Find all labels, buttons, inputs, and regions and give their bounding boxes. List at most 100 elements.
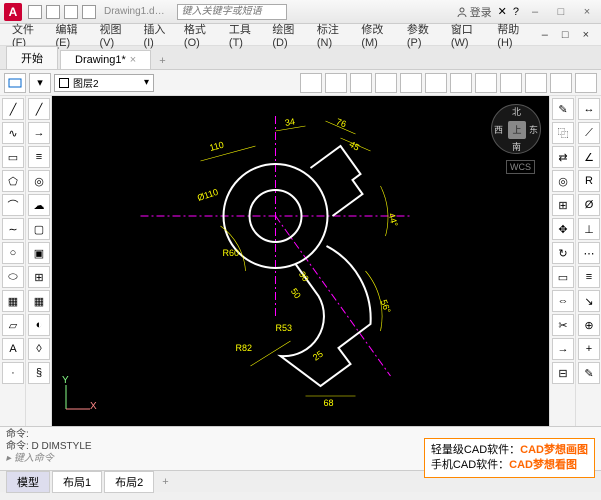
dim-aligned-icon[interactable]: ⟋ <box>578 122 600 144</box>
circle-icon[interactable]: ○ <box>2 242 24 264</box>
save-icon[interactable] <box>64 5 78 19</box>
drawing-canvas[interactable]: 110 34 76 45 44° Ø110 R60 50 R53 R82 25 … <box>52 96 549 426</box>
multiline-icon[interactable]: ≡ <box>28 146 50 168</box>
polyline-icon[interactable]: ∿ <box>2 122 24 144</box>
rotate-icon[interactable]: ↻ <box>552 242 574 264</box>
menu-dimension[interactable]: 标注(N) <box>311 19 353 51</box>
rectangle-icon[interactable]: ▭ <box>2 146 24 168</box>
menu-help[interactable]: 帮助(H) <box>491 19 533 51</box>
erase-icon[interactable]: ✎ <box>552 98 574 120</box>
dim-linear-icon[interactable]: ↔ <box>578 98 600 120</box>
layer-states-icon[interactable]: ▾ <box>29 73 51 93</box>
tab-drawing[interactable]: Drawing1*× <box>60 50 151 69</box>
dim-diameter-icon[interactable]: Ø <box>578 194 600 216</box>
layer-toolbar: ▾ 图层2 ▾ <box>0 70 601 96</box>
polygon-icon[interactable]: ⬠ <box>2 170 24 192</box>
layout1-tab[interactable]: 布局1 <box>52 471 102 493</box>
trim-icon[interactable]: ✂ <box>552 314 574 336</box>
hatch-icon[interactable]: ▦ <box>2 290 24 312</box>
layer-dropdown[interactable]: 图层2 ▾ <box>54 74 154 92</box>
extend-icon[interactable]: → <box>552 338 574 360</box>
tool-icon[interactable] <box>425 73 447 93</box>
line-icon[interactable]: ╱ <box>2 98 24 120</box>
dim-baseline-icon[interactable]: ≡ <box>578 266 600 288</box>
print-icon[interactable] <box>82 5 96 19</box>
tool-icon[interactable] <box>525 73 547 93</box>
dim-continue-icon[interactable]: ⋯ <box>578 242 600 264</box>
menu-param[interactable]: 参数(P) <box>401 19 443 51</box>
insert-icon[interactable]: ⊞ <box>28 266 50 288</box>
tool-icon[interactable] <box>375 73 397 93</box>
layer-properties-icon[interactable] <box>4 73 26 93</box>
menu-view[interactable]: 视图(V) <box>93 19 135 51</box>
menu-modify[interactable]: 修改(M) <box>355 19 398 51</box>
revision-cloud-icon[interactable]: ☁ <box>28 194 50 216</box>
block-icon[interactable]: ▣ <box>28 242 50 264</box>
tool-icon[interactable] <box>550 73 572 93</box>
draw-toolbar-left-2: ╱ → ≡ ◎ ☁ ▢ ▣ ⊞ ▦ ◐ ◊ § <box>26 96 52 426</box>
doc-close-button[interactable]: × <box>577 27 595 43</box>
boundary-icon[interactable]: ◊ <box>28 338 50 360</box>
construction-line-icon[interactable]: ╱ <box>28 98 50 120</box>
gradient-icon[interactable]: ◐ <box>28 314 50 336</box>
exchange-icon[interactable]: ✕ <box>498 5 507 18</box>
stretch-icon[interactable]: ⇔ <box>552 290 574 312</box>
array-icon[interactable]: ⊞ <box>552 194 574 216</box>
new-icon[interactable] <box>28 5 42 19</box>
tool-icon[interactable] <box>500 73 522 93</box>
center-mark-icon[interactable]: + <box>578 338 600 360</box>
layout2-tab[interactable]: 布局2 <box>104 471 154 493</box>
wipeout-icon[interactable]: ▢ <box>28 218 50 240</box>
scale-icon[interactable]: ▭ <box>552 266 574 288</box>
dim-angular-icon[interactable]: ∠ <box>578 146 600 168</box>
copy-icon[interactable]: ⿻ <box>552 122 574 144</box>
spline-icon[interactable]: ∼ <box>2 218 24 240</box>
tool-icon[interactable] <box>575 73 597 93</box>
menu-format[interactable]: 格式(O) <box>178 19 221 51</box>
move-icon[interactable]: ✥ <box>552 218 574 240</box>
ellipse-icon[interactable]: ⬭ <box>2 266 24 288</box>
close-button[interactable]: × <box>577 6 597 18</box>
arc-icon[interactable]: ⌒ <box>2 194 24 216</box>
tab-start[interactable]: 开始 <box>6 46 58 69</box>
tool-icon[interactable] <box>300 73 322 93</box>
model-tab[interactable]: 模型 <box>6 471 50 493</box>
menu-tools[interactable]: 工具(T) <box>223 19 264 51</box>
helix-icon[interactable]: § <box>28 362 50 384</box>
tab-add-button[interactable]: + <box>153 53 171 69</box>
leader-icon[interactable]: ↘ <box>578 290 600 312</box>
tool-icon[interactable] <box>475 73 497 93</box>
dim-radius-icon[interactable]: R <box>578 170 600 192</box>
break-icon[interactable]: ⊟ <box>552 362 574 384</box>
menu-insert[interactable]: 插入(I) <box>137 19 175 51</box>
layout-add-icon[interactable]: + <box>156 476 174 488</box>
minimize-button[interactable]: – <box>525 6 545 18</box>
text-icon[interactable]: A <box>2 338 24 360</box>
tolerance-icon[interactable]: ⊕ <box>578 314 600 336</box>
help-icon[interactable]: ? <box>513 6 519 18</box>
tool-icon[interactable] <box>325 73 347 93</box>
view-cube[interactable]: 北 南 西 东 上 <box>491 104 541 154</box>
ray-icon[interactable]: → <box>28 122 50 144</box>
svg-text:68: 68 <box>324 398 334 408</box>
point-icon[interactable]: · <box>2 362 24 384</box>
tool-icon[interactable] <box>350 73 372 93</box>
search-input[interactable] <box>177 4 287 20</box>
region-icon[interactable]: ▱ <box>2 314 24 336</box>
offset-icon[interactable]: ◎ <box>552 170 574 192</box>
dim-edit-icon[interactable]: ✎ <box>578 362 600 384</box>
table-icon[interactable]: ▦ <box>28 290 50 312</box>
tab-close-icon[interactable]: × <box>130 54 136 66</box>
login-button[interactable]: 登录 <box>456 4 492 20</box>
tool-icon[interactable] <box>450 73 472 93</box>
maximize-button[interactable]: □ <box>551 6 571 18</box>
mirror-icon[interactable]: ⇄ <box>552 146 574 168</box>
open-icon[interactable] <box>46 5 60 19</box>
donut-icon[interactable]: ◎ <box>28 170 50 192</box>
tool-icon[interactable] <box>400 73 422 93</box>
menu-draw[interactable]: 绘图(D) <box>266 19 308 51</box>
menu-window[interactable]: 窗口(W) <box>445 19 489 51</box>
doc-restore-button[interactable]: □ <box>556 27 575 43</box>
doc-minimize-button[interactable]: – <box>536 27 554 43</box>
dim-ordinate-icon[interactable]: ⊥ <box>578 218 600 240</box>
